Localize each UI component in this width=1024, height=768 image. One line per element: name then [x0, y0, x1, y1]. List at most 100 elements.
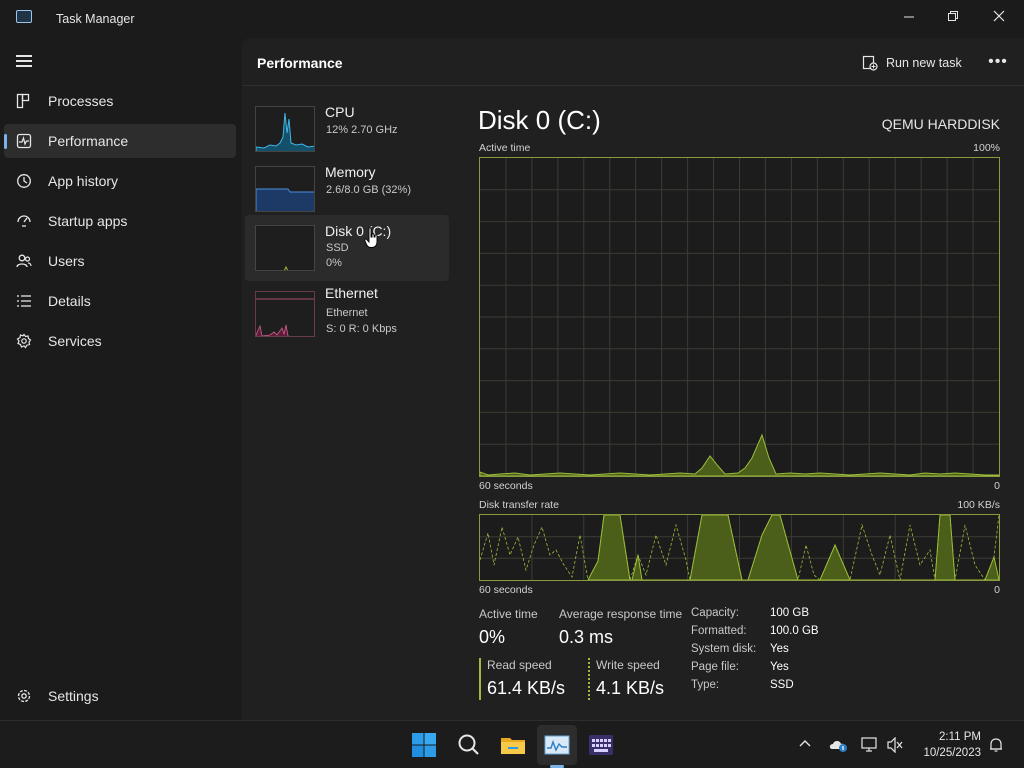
property-value: 100.0 GB [770, 625, 819, 637]
resource-detail: Ethernet [326, 307, 368, 319]
resource-detail: 12% 2.70 GHz [326, 124, 398, 136]
read-speed-indicator [479, 658, 481, 700]
hamburger-menu-icon[interactable] [16, 55, 32, 67]
nav-item-settings[interactable]: Settings [4, 679, 236, 713]
property-value: SSD [770, 679, 794, 691]
nav-label: Services [48, 333, 102, 349]
processes-icon [16, 93, 30, 109]
property-value: 100 GB [770, 607, 809, 619]
page-title: Performance [257, 55, 343, 71]
clock-time: 2:11 PM [939, 731, 981, 743]
resource-detail: S: 0 R: 0 Kbps [326, 323, 397, 335]
write-speed-indicator [588, 658, 590, 700]
gear-icon [17, 689, 31, 703]
run-new-task-label: Run new task [886, 56, 962, 70]
volume-muted-icon[interactable] [887, 736, 905, 754]
resource-name: Memory [325, 164, 376, 180]
write-speed-value: 4.1 KB/s [596, 678, 665, 698]
resource-name: CPU [325, 104, 355, 120]
nav-item-processes[interactable]: Processes [4, 84, 236, 118]
resource-detail: 2.6/8.0 GB (32%) [326, 184, 411, 196]
resource-item-memory[interactable]: Memory 2.6/8.0 GB (32%) [245, 156, 449, 222]
chevron-up-icon[interactable] [798, 737, 816, 753]
avg-response-time-label: Average response time [559, 607, 683, 621]
active-time-graph-duration: 60 seconds [479, 480, 533, 492]
disk-model: QEMU HARDDISK [881, 116, 1000, 132]
nav-item-app-history[interactable]: App history [4, 164, 236, 198]
active-time-graph [479, 157, 1000, 477]
run-new-task-icon [862, 55, 878, 71]
nav-item-details[interactable]: Details [4, 284, 236, 318]
users-icon [16, 254, 32, 268]
details-icon [17, 295, 31, 307]
property-value: Yes [770, 661, 789, 673]
active-time-value: 0% [479, 627, 506, 647]
nav-label: App history [48, 173, 119, 189]
close-button[interactable] [976, 0, 1022, 32]
nav-label: Startup apps [48, 213, 128, 229]
disk-title: Disk 0 (C:) [478, 105, 601, 135]
minimize-button[interactable] [886, 0, 932, 32]
resource-item-cpu[interactable]: CPU 12% 2.70 GHz [245, 96, 449, 162]
services-icon [16, 333, 32, 349]
network-icon[interactable] [861, 737, 879, 753]
ethernet-mini-graph [255, 291, 315, 337]
notification-bell-icon[interactable] [988, 737, 1006, 753]
clock-date: 10/25/2023 [923, 747, 981, 759]
keyboard-app-icon[interactable] [587, 731, 615, 759]
nav-item-users[interactable]: Users [4, 244, 236, 278]
resource-item-ethernet[interactable]: Ethernet Ethernet S: 0 R: 0 Kbps [245, 281, 449, 347]
property-key: Formatted: [691, 625, 747, 637]
task-manager-app-icon [16, 10, 32, 23]
property-key: Type: [691, 679, 720, 691]
resource-detail: SSD [326, 242, 349, 254]
start-icon[interactable] [410, 731, 438, 759]
navigation-pane: Processes Performance App history Startu… [0, 38, 242, 720]
active-time-label: Active time [479, 607, 538, 621]
property-key: System disk: [691, 643, 757, 655]
nav-item-startup-apps[interactable]: Startup apps [4, 204, 236, 238]
property-value: Yes [770, 643, 789, 655]
taskbar: 2:11 PM 10/25/2023 [0, 720, 1024, 768]
resource-item-disk[interactable]: Disk 0 (C:) SSD 0% [245, 215, 449, 281]
transfer-rate-graph [479, 514, 1000, 582]
onedrive-icon[interactable] [829, 737, 847, 753]
hand-cursor-icon [364, 227, 378, 248]
active-time-graph-label: Active time [479, 142, 531, 154]
nav-label: Performance [48, 133, 129, 149]
task-manager-icon[interactable] [543, 731, 571, 759]
page-header: Performance Run new task ••• [242, 38, 1024, 86]
resource-name: Disk 0 (C:) [325, 223, 392, 239]
nav-label: Details [48, 293, 91, 309]
system-clock[interactable]: 2:11 PM 10/25/2023 [923, 729, 981, 761]
memory-mini-graph [255, 166, 315, 212]
nav-label: Settings [48, 688, 99, 704]
property-key: Page file: [691, 661, 739, 673]
active-time-graph-max: 100% [973, 142, 1000, 154]
more-options-icon[interactable]: ••• [984, 50, 1012, 74]
window-title: Task Manager [56, 12, 135, 26]
resource-detail: 0% [326, 257, 342, 269]
resource-name: Ethernet [325, 285, 378, 301]
run-new-task-button[interactable]: Run new task [862, 53, 962, 73]
nav-item-services[interactable]: Services [4, 324, 236, 358]
file-explorer-icon[interactable] [499, 731, 527, 759]
main-panel: Performance Run new task ••• CPU 12% 2.7… [242, 38, 1024, 720]
startup-apps-icon [17, 215, 31, 227]
transfer-rate-graph-label: Disk transfer rate [479, 499, 559, 511]
disk-mini-graph [255, 225, 315, 271]
read-speed-value: 61.4 KB/s [487, 678, 566, 698]
property-key: Capacity: [691, 607, 739, 619]
nav-label: Users [48, 253, 85, 269]
cpu-mini-graph [255, 106, 315, 152]
transfer-rate-graph-max: 100 KB/s [957, 499, 1000, 511]
performance-icon [16, 133, 32, 149]
nav-item-performance[interactable]: Performance [4, 124, 236, 158]
nav-label: Processes [48, 93, 114, 109]
title-bar: Task Manager [0, 0, 1024, 38]
read-speed-label: Read speed [487, 658, 552, 672]
transfer-rate-graph-min: 0 [994, 584, 1000, 596]
search-icon[interactable] [455, 731, 483, 759]
restore-button[interactable] [930, 0, 976, 32]
minimize-icon [903, 16, 914, 17]
